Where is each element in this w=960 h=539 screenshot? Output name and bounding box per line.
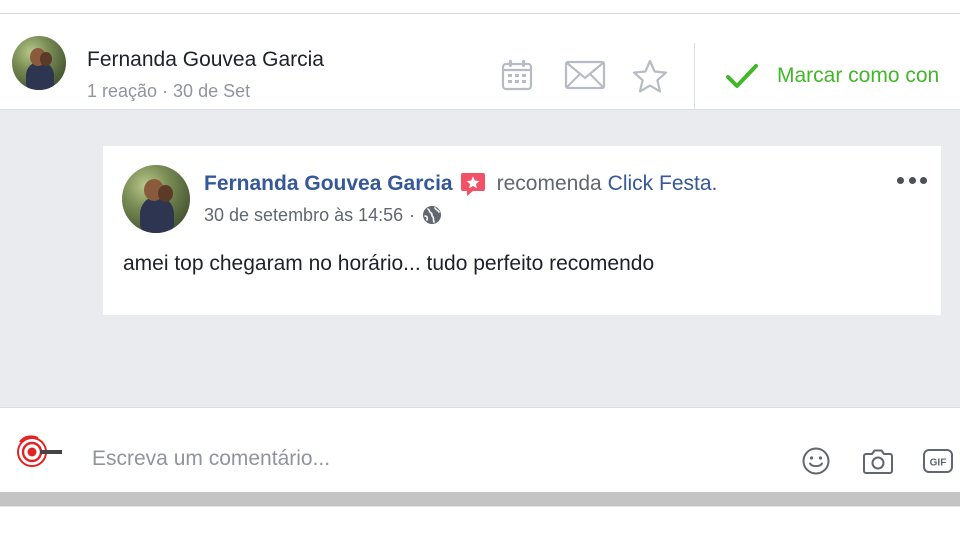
envelope-icon[interactable]	[564, 59, 606, 91]
post-headline: Fernanda Gouvea Garcia recomenda Click F…	[204, 170, 717, 198]
globe-icon[interactable]	[422, 205, 442, 225]
notification-header: Fernanda Gouvea Garcia 1 reação · 30 de …	[0, 13, 960, 110]
separator: ·	[409, 204, 416, 225]
author-name[interactable]: Fernanda Gouvea Garcia	[87, 48, 324, 72]
mark-as-done-button[interactable]: Marcar como con	[724, 58, 939, 94]
recommendation-verb: recomenda	[496, 172, 602, 195]
more-options-button[interactable]	[897, 174, 927, 186]
post-card: Fernanda Gouvea Garcia recomenda Click F…	[103, 146, 941, 315]
recommendation-star-icon	[460, 173, 485, 196]
bottom-divider	[0, 492, 960, 506]
header-divider	[694, 43, 695, 110]
checkmark-icon	[726, 64, 758, 88]
post-author-link[interactable]: Fernanda Gouvea Garcia	[204, 172, 453, 196]
timestamp-link[interactable]: 30 de setembro às 14:56	[204, 205, 403, 226]
star-icon[interactable]	[631, 58, 669, 94]
reaction-meta: 1 reação · 30 de Set	[87, 81, 251, 101]
comment-input[interactable]	[92, 444, 692, 474]
svg-text:GIF: GIF	[930, 458, 947, 469]
gif-icon[interactable]: GIF	[922, 446, 954, 476]
post-body-text: amei top chegaram no horário... tudo per…	[123, 252, 655, 275]
footer-area	[0, 506, 960, 539]
page-link[interactable]: Click Festa.	[608, 172, 718, 196]
post-avatar[interactable]	[122, 165, 190, 233]
camera-icon[interactable]	[862, 446, 894, 476]
notification-window: Fernanda Gouvea Garcia 1 reação · 30 de …	[0, 0, 960, 539]
comment-bar: GIF	[0, 407, 960, 492]
post-timestamp: 30 de setembro às 14:56 ·	[204, 204, 442, 226]
smiley-icon[interactable]	[801, 446, 831, 476]
calendar-icon[interactable]	[500, 58, 534, 92]
click-festa-logo-icon	[17, 435, 62, 467]
avatar[interactable]	[12, 36, 66, 90]
mark-as-done-label: Marcar como con	[777, 64, 940, 87]
